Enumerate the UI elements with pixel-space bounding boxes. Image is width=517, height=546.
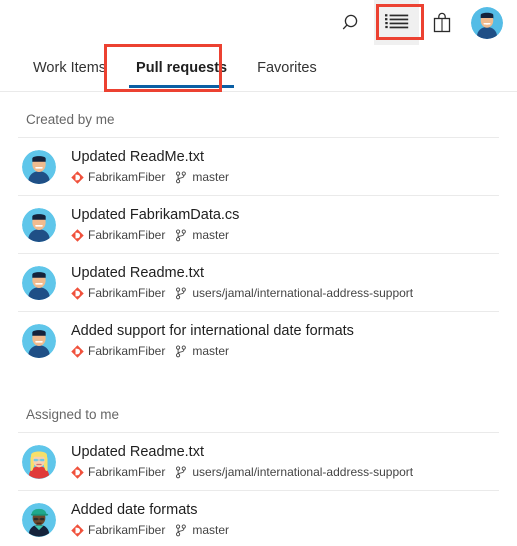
avatar	[22, 265, 56, 300]
list-item-text: Added date formats FabrikamFiber master	[71, 500, 229, 539]
list-item[interactable]: Added date formats FabrikamFiber master	[0, 491, 517, 546]
list-item-text: Updated Readme.txt FabrikamFiber users/j…	[71, 442, 413, 481]
tab-work-items[interactable]: Work Items	[18, 45, 121, 91]
search-icon-button[interactable]	[329, 0, 374, 45]
pull-request-meta: FabrikamFiber users/jamal/international-…	[71, 463, 413, 481]
search-icon	[341, 12, 363, 34]
branch-name: users/jamal/international-address-suppor…	[192, 286, 414, 300]
list-item-text: Updated FabrikamData.cs FabrikamFiber ma…	[71, 205, 239, 244]
top-bar-icon-group	[329, 0, 509, 45]
pull-request-title: Added support for international date for…	[71, 323, 354, 339]
avatar	[22, 444, 56, 479]
work-items-icon	[384, 13, 409, 33]
pull-request-title: Updated FabrikamData.cs	[71, 207, 240, 223]
branch-icon	[175, 229, 187, 242]
pull-request-title: Updated Readme.txt	[71, 265, 204, 281]
work-items-icon-button[interactable]	[374, 0, 419, 45]
repo-icon	[71, 170, 84, 184]
repo-name: FabrikamFiber	[88, 344, 166, 358]
marketplace-bag-icon-button[interactable]	[419, 0, 464, 45]
repo-name: FabrikamFiber	[88, 228, 166, 242]
branch-name: master	[192, 344, 230, 358]
pull-request-meta: FabrikamFiber master	[71, 168, 229, 186]
branch-name: master	[192, 228, 230, 242]
branch-icon	[175, 466, 187, 479]
pull-request-title: Updated Readme.txt	[71, 444, 204, 460]
avatar	[470, 6, 503, 39]
repo-name: FabrikamFiber	[88, 523, 166, 537]
avatar	[22, 502, 56, 537]
repo-icon	[71, 344, 84, 358]
pull-request-meta: FabrikamFiber users/jamal/international-…	[71, 284, 413, 302]
branch-icon	[175, 345, 187, 358]
user-avatar-button[interactable]	[464, 0, 509, 45]
repo-icon	[71, 523, 84, 537]
avatar-man-blue-icon	[22, 149, 56, 184]
tab-favorites[interactable]: Favorites	[242, 45, 332, 91]
list-item[interactable]: Updated Readme.txt FabrikamFiber users/j…	[0, 254, 517, 311]
avatar	[22, 323, 56, 358]
repo-icon	[71, 228, 84, 242]
list-item[interactable]: Updated ReadMe.txt FabrikamFiber master	[0, 138, 517, 195]
branch-name: users/jamal/international-address-suppor…	[192, 465, 414, 479]
avatar	[22, 207, 56, 242]
pull-request-title: Added date formats	[71, 502, 198, 518]
list-item-text: Added support for international date for…	[71, 321, 354, 360]
avatar	[22, 149, 56, 184]
list-item[interactable]: Updated Readme.txt FabrikamFiber users/j…	[0, 433, 517, 490]
repo-name: FabrikamFiber	[88, 286, 166, 300]
branch-icon	[175, 171, 187, 184]
branch-icon	[175, 287, 187, 300]
list-item-text: Updated ReadMe.txt FabrikamFiber master	[71, 147, 229, 186]
pull-request-meta: FabrikamFiber master	[71, 521, 229, 539]
avatar-man-blue-icon	[22, 323, 56, 358]
pull-requests-list: Created by me Updated ReadMe.txt Fabrika…	[0, 92, 517, 546]
branch-name: master	[192, 170, 230, 184]
pull-request-title: Updated ReadMe.txt	[71, 149, 204, 165]
marketplace-bag-icon	[432, 12, 452, 34]
tab-bar: Work Items Pull requests Favorites	[0, 45, 517, 92]
avatar-person-greencap-icon	[22, 502, 56, 537]
list-item[interactable]: Updated FabrikamData.cs FabrikamFiber ma…	[0, 196, 517, 253]
avatar-man-blue-icon	[22, 207, 56, 242]
avatar-man-blue-icon	[22, 265, 56, 300]
list-item-text: Updated Readme.txt FabrikamFiber users/j…	[71, 263, 413, 302]
tab-favorites-label: Favorites	[257, 60, 317, 76]
tab-pull-requests[interactable]: Pull requests	[121, 45, 242, 91]
branch-name: master	[192, 523, 230, 537]
top-bar	[0, 0, 517, 45]
branch-icon	[175, 524, 187, 537]
tab-work-items-label: Work Items	[33, 60, 107, 76]
repo-name: FabrikamFiber	[88, 170, 166, 184]
section-header-assigned-to-me: Assigned to me	[26, 407, 120, 422]
list-item[interactable]: Added support for international date for…	[0, 312, 517, 369]
pull-request-meta: FabrikamFiber master	[71, 226, 239, 244]
repo-icon	[71, 286, 84, 300]
avatar-woman-blonde-icon	[22, 444, 56, 479]
repo-icon	[71, 465, 84, 479]
pull-request-meta: FabrikamFiber master	[71, 342, 354, 360]
repo-name: FabrikamFiber	[88, 465, 166, 479]
section-header-created-by-me: Created by me	[26, 112, 115, 127]
tab-pull-requests-label: Pull requests	[136, 60, 228, 76]
